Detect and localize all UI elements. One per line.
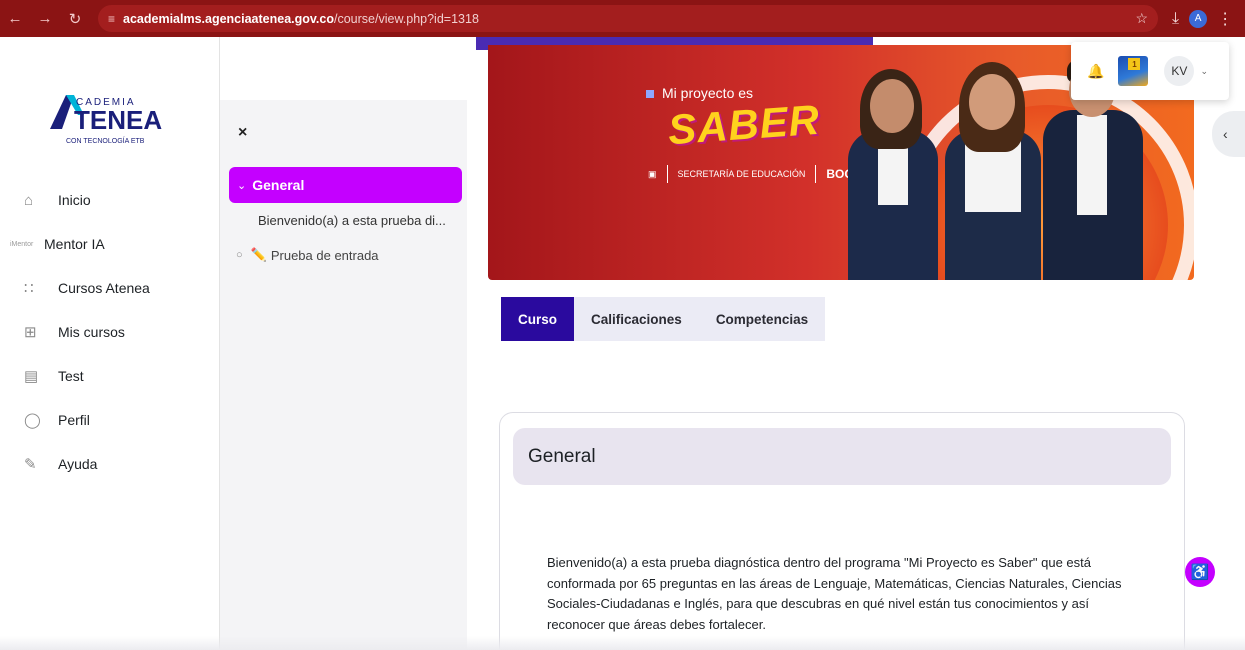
nav-item-label: Mis cursos [58,324,125,340]
grid-icon: ∷ [24,280,34,297]
nav-item-inicio[interactable]: ⌂ Inicio [24,188,91,212]
accessibility-icon: ♿ [1190,564,1210,581]
nav-item-label: Perfil [58,412,90,428]
notifications-bell-icon[interactable]: 🔔 [1087,63,1104,80]
accessibility-button[interactable]: ♿ [1185,557,1215,587]
user-icon: ◯ [24,412,41,429]
nav-item-label: Test [58,368,84,384]
forward-icon[interactable]: → [30,0,60,37]
close-drawer-button[interactable]: × [238,124,247,142]
browser-toolbar: ← → ↻ ≡ academialms.agenciaatenea.gov.co… [0,0,1245,37]
course-index-drawer: × ⌄ General Bienvenido(a) a esta prueba … [220,100,467,650]
home-icon: ⌂ [24,191,34,209]
banner-logo-education: SECRETARÍA DE EDUCACIÓN [677,169,806,179]
bookmark-star-icon[interactable]: ☆ [1135,10,1148,27]
tab-competencias[interactable]: Competencias [698,297,826,341]
pencil-icon: ✏️ [250,247,267,262]
nav-item-mentor-ia[interactable]: iMentor Mentor IA [10,232,105,256]
browser-menu-icon[interactable]: ⋮ [1217,9,1233,29]
section-label: General [252,177,305,193]
site-settings-icon[interactable]: ≡ [108,12,115,26]
nav-item-perfil[interactable]: ◯ Perfil [24,408,90,432]
url-domain: academialms.agenciaatenea.gov.co [123,11,334,26]
bogota-seal-icon: ▣ [648,168,657,179]
pencil-icon: ✎ [24,456,37,473]
plus-box-icon: ⊞ [24,324,37,341]
academia-atenea-logo[interactable]: CADEMIA TENEA CON TECNOLOGÍA ETB [44,85,179,147]
nav-item-label: Mentor IA [44,236,105,252]
nav-item-label: Cursos Atenea [58,280,150,296]
nav-item-test[interactable]: ▤ Test [24,364,84,388]
banner-headline: SABER [666,95,822,154]
chevron-left-icon: ‹ [1223,126,1228,142]
address-bar[interactable]: ≡ academialms.agenciaatenea.gov.co/cours… [98,5,1158,32]
nav-item-cursos-atenea[interactable]: ∷ Cursos Atenea [24,276,150,300]
student-figure [838,65,948,280]
logo-tagline: CON TECNOLOGÍA ETB [66,136,145,145]
nav-item-label: Inicio [58,192,91,208]
browser-profile-avatar[interactable]: A [1189,9,1208,28]
mentor-icon: iMentor [10,240,34,248]
chevron-down-icon[interactable]: ⌄ [237,179,246,192]
app-launcher-icon[interactable]: 1 [1118,56,1149,86]
nav-item-mis-cursos[interactable]: ⊞ Mis cursos [24,320,125,344]
course-index-section-general[interactable]: ⌄ General [229,167,462,203]
course-tabs: Curso Calificaciones Competencias [501,297,826,341]
completion-circle-icon: ○ [236,249,243,261]
chat-icon: ▤ [24,368,39,385]
section-card-general: General Bienvenido(a) a esta prueba diag… [499,412,1185,650]
activity-label: Prueba de entrada [270,247,379,263]
tab-calificaciones[interactable]: Calificaciones [574,297,699,341]
download-icon[interactable]: ⤓ [1172,10,1179,28]
banner-tagline: Mi proyecto es [646,85,753,101]
nav-item-label: Ayuda [58,456,98,472]
nav-item-ayuda[interactable]: ✎ Ayuda [24,452,97,476]
logo-line2: TENEA [74,105,162,135]
user-avatar[interactable]: KV [1164,56,1195,86]
tab-curso[interactable]: Curso [501,297,575,341]
left-navigation: CADEMIA TENEA CON TECNOLOGÍA ETB ⌂ Inici… [0,37,220,650]
user-menu-bar: 🔔 1 KV ⌄ [1071,42,1229,100]
chevron-down-icon[interactable]: ⌄ [1200,66,1208,77]
open-right-drawer-button[interactable]: ‹ [1212,111,1245,157]
course-index-activity-prueba[interactable]: ○ ✏️ Prueba de entrada [236,247,379,263]
reload-icon[interactable]: ↻ [60,0,90,37]
back-icon[interactable]: ← [0,0,30,37]
url-path: /course/view.php?id=1318 [334,11,479,26]
page-bottom-edge [0,636,1245,650]
section-title: General [513,428,1171,485]
section-summary: Bienvenido(a) a esta prueba diagnóstica … [547,555,1122,632]
course-index-link-welcome[interactable]: Bienvenido(a) a esta prueba di... [258,213,446,228]
